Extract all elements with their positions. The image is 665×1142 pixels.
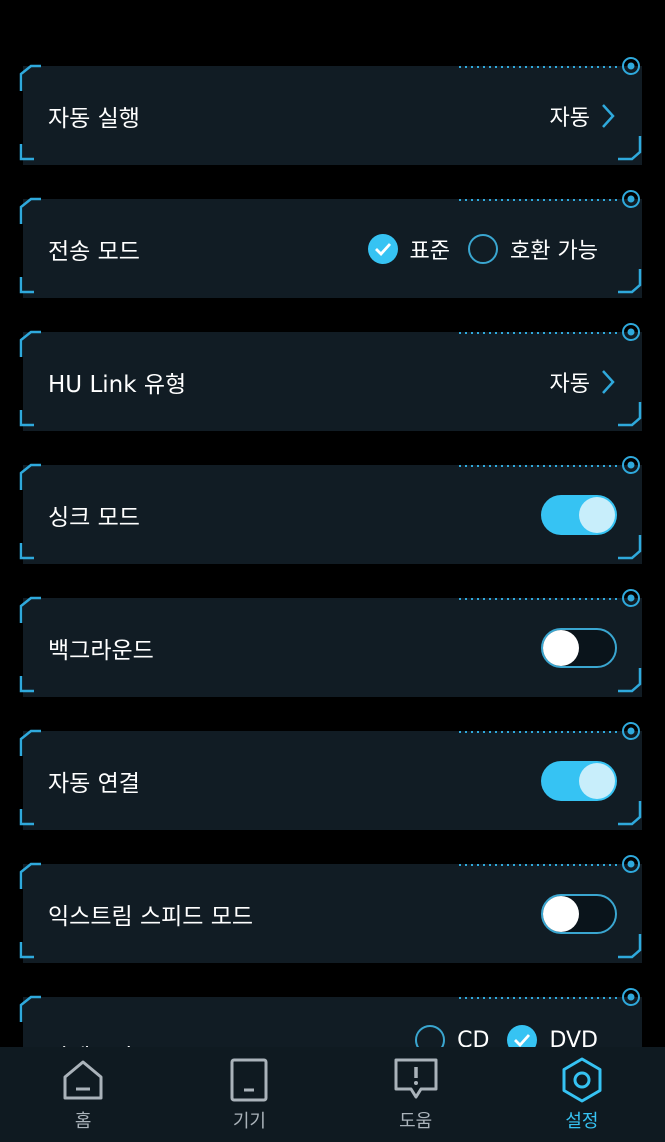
auto-run-label: 자동 실행 [48, 105, 140, 132]
auto-connect-label: 자동 연결 [48, 770, 140, 797]
category-options: CD DVD [397, 1025, 598, 1047]
hu-link-type-value-group[interactable]: 자동 [550, 366, 616, 398]
option-label: 호환 가능 [510, 238, 598, 264]
chevron-right-icon [602, 369, 615, 394]
category-row: 카테고리 CD DVD [19, 988, 642, 1047]
radio-unchecked-icon [468, 233, 499, 264]
tab-home[interactable]: 홈 [0, 1047, 166, 1142]
option-label: DVD [549, 1027, 598, 1048]
radio-checked-icon [507, 1025, 538, 1047]
bottom-tab-bar: 홈 기기 도움 설정 [0, 1047, 665, 1142]
auto-connect-row: 자동 연결 [19, 722, 642, 830]
sync-mode-row: 싱크 모드 [19, 456, 642, 564]
transfer-mode-option-standard[interactable]: 표준 [367, 233, 451, 265]
home-icon [63, 1060, 103, 1100]
toggle-knob [543, 895, 579, 932]
tab-label: 홈 [74, 1111, 92, 1132]
toggle-knob [579, 762, 615, 799]
tab-settings[interactable]: 설정 [499, 1047, 665, 1142]
transfer-mode-label: 전송 모드 [48, 238, 140, 265]
help-icon [394, 1058, 438, 1099]
transfer-mode-option-compatible[interactable]: 호환 가능 [468, 233, 598, 265]
sync-mode-toggle[interactable] [541, 494, 617, 535]
auto-run-row[interactable]: 자동 실행 자동 [19, 57, 642, 165]
radio-checked-icon [367, 233, 398, 264]
tab-label: 기기 [232, 1111, 266, 1132]
toggle-knob [579, 496, 615, 533]
category-label: 카테고리 [48, 1038, 133, 1047]
hu-link-type-label: HU Link 유형 [48, 371, 187, 398]
tab-label: 도움 [399, 1111, 433, 1132]
transfer-mode-options: 표준 호환 가능 [350, 233, 598, 265]
auto-run-value-group[interactable]: 자동 [550, 100, 616, 132]
extreme-speed-mode-row: 익스트림 스피드 모드 [19, 855, 642, 963]
background-label: 백그라운드 [48, 637, 154, 664]
hu-link-type-value: 자동 [549, 371, 590, 397]
tab-help[interactable]: 도움 [333, 1047, 499, 1142]
transfer-mode-row: 전송 모드 표준 호환 가능 [19, 190, 642, 298]
toggle-knob [543, 629, 579, 666]
settings-list: 자동 실행 자동 전송 모드 표준 호환 가능 HU Link 유형 자동 싱크… [0, 0, 665, 1047]
settings-icon [562, 1057, 602, 1103]
background-toggle[interactable] [541, 627, 617, 668]
radio-unchecked-icon [415, 1025, 446, 1047]
hu-link-type-row[interactable]: HU Link 유형 자동 [19, 323, 642, 431]
tab-device[interactable]: 기기 [166, 1047, 332, 1142]
option-label: CD [457, 1027, 490, 1048]
background-row: 백그라운드 [19, 589, 642, 697]
extreme-speed-mode-label: 익스트림 스피드 모드 [48, 903, 254, 930]
sync-mode-label: 싱크 모드 [48, 504, 140, 531]
device-icon [230, 1058, 268, 1102]
category-option-cd[interactable]: CD [415, 1025, 489, 1047]
category-option-dvd[interactable]: DVD [507, 1025, 598, 1047]
auto-run-value: 자동 [549, 105, 590, 131]
chevron-right-icon [602, 103, 615, 128]
extreme-speed-mode-toggle[interactable] [541, 893, 617, 934]
auto-connect-toggle[interactable] [541, 760, 617, 801]
tab-label: 설정 [565, 1111, 599, 1132]
option-label: 표준 [409, 238, 451, 264]
